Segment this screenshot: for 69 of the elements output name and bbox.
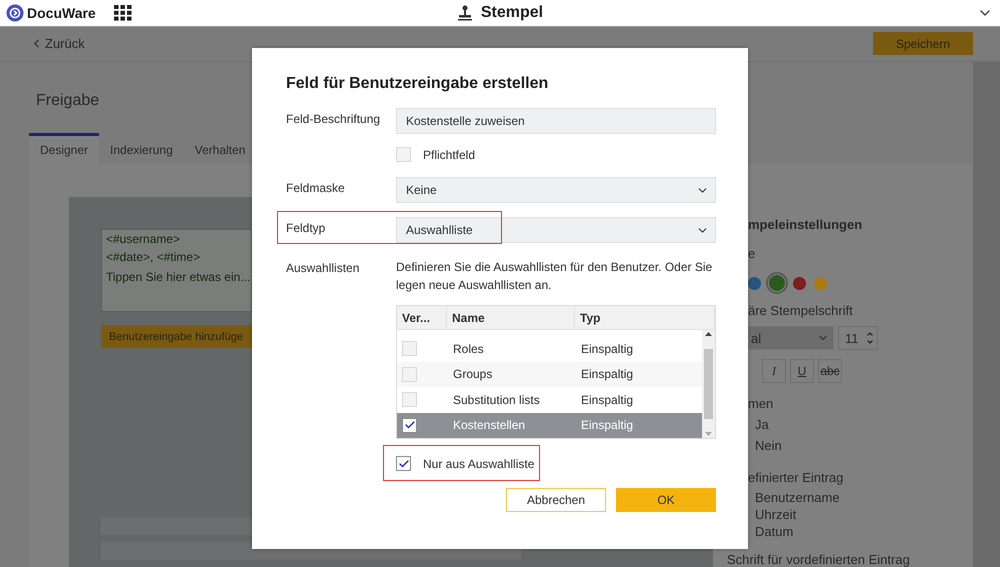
table-cell-text: Einspaltig: [580, 418, 634, 432]
stamp-icon: [456, 4, 473, 21]
app-title: Stempel: [480, 4, 544, 22]
option-label: Datum: [755, 524, 794, 539]
stamp-placeholder: Tippen Sie hier etwas ein...: [106, 270, 247, 284]
color-swatch[interactable]: [793, 276, 806, 290]
column-header[interactable]: Typ: [575, 306, 715, 329]
color-label: e: [748, 246, 756, 261]
save-button[interactable]: Speichern: [873, 32, 973, 56]
table-row[interactable]: Groups Einspaltig: [397, 362, 702, 387]
select-field[interactable]: Keine: [396, 177, 716, 203]
stamp-text: <#date>, <#time>: [106, 250, 202, 264]
scrollbar[interactable]: [702, 330, 715, 438]
brand-name: DocuWare: [27, 4, 96, 21]
checkbox-label: Pflichtfeld: [423, 148, 476, 162]
input-field[interactable]: Kostenstelle zuweisen: [396, 108, 716, 134]
add-user-input-button[interactable]: Benutzereingabe hinzufüge: [101, 325, 252, 348]
tab[interactable]: Indexierung: [99, 133, 184, 164]
table-row[interactable]: Kostenstellen Einspaltig: [397, 412, 702, 438]
column-header[interactable]: Name: [447, 306, 575, 329]
field-label: Feldmaske: [286, 180, 346, 195]
color-swatch[interactable]: [748, 276, 761, 290]
checkbox[interactable]: [402, 418, 417, 433]
table-cell-text: Groups: [452, 367, 494, 382]
text-style-button[interactable]: abc: [818, 359, 842, 383]
table-cell-text: Einspaltig: [580, 342, 634, 356]
scroll-down-icon[interactable]: [705, 432, 712, 436]
text-style-button[interactable]: U: [790, 359, 814, 383]
table-cell-text: Einspaltig: [580, 367, 634, 382]
column-header[interactable]: Ver...: [397, 306, 447, 329]
select-field[interactable]: Auswahlliste: [396, 217, 716, 243]
table-cell-text: Einspaltig: [580, 392, 634, 407]
spin-up-icon[interactable]: [866, 330, 874, 338]
field-label: Feldtyp: [286, 220, 326, 235]
field-label: Feld-Beschriftung: [286, 111, 382, 126]
option-label: Nein: [755, 438, 783, 453]
font-label: äre Stempelschrift: [748, 303, 854, 318]
option-label: Uhrzeit: [755, 507, 798, 522]
option-label: Ja: [755, 417, 770, 432]
settings-title: mpeleinstellungen: [748, 217, 864, 232]
field-label: Auswahllisten: [286, 260, 360, 275]
back-link[interactable]: Zurück: [30, 36, 85, 52]
font-select[interactable]: al: [748, 326, 834, 350]
description-text: Definieren Sie die Auswahllisten für den Benutzer. Oder Sie legen neue Auswahllisten an.: [396, 259, 714, 294]
page-title: Freigabe: [36, 92, 100, 110]
entry-font-label: Schrift für vordefinierten Eintrag: [727, 552, 911, 567]
dialog-button[interactable]: Abbrechen: [506, 488, 606, 512]
stamp-text: <#username>: [106, 232, 182, 246]
text-style-button[interactable]: I: [762, 359, 786, 383]
size-field[interactable]: 11: [838, 326, 878, 350]
frame-label: men: [748, 396, 774, 411]
color-swatch[interactable]: [814, 276, 827, 290]
scroll-up-icon[interactable]: [705, 332, 712, 336]
table-cell-text: Kostenstellen: [452, 418, 526, 432]
color-swatch[interactable]: [769, 275, 785, 291]
app-grid-icon[interactable]: [114, 4, 132, 21]
table-cell-text: Substitution lists: [452, 392, 541, 407]
checkbox-label: Nur aus Auswahlliste: [423, 456, 534, 470]
stamp-preview[interactable]: <#username> <#date>, <#time> Tippen Sie hier etwas ein...: [101, 229, 252, 312]
spin-down-icon[interactable]: [866, 338, 874, 346]
table-cell-text: Roles: [452, 342, 485, 356]
dialog-button[interactable]: OK: [616, 488, 716, 512]
tab[interactable]: Verhalten: [184, 133, 256, 164]
entry-label: efinierter Eintrag: [748, 470, 844, 485]
logo-icon: [6, 4, 24, 22]
tab[interactable]: Designer: [29, 133, 100, 164]
option-label: Benutzername: [755, 490, 841, 505]
checkbox[interactable]: [396, 456, 411, 471]
dialog-title: Feld für Benutzereingabe erstellen: [286, 75, 550, 93]
